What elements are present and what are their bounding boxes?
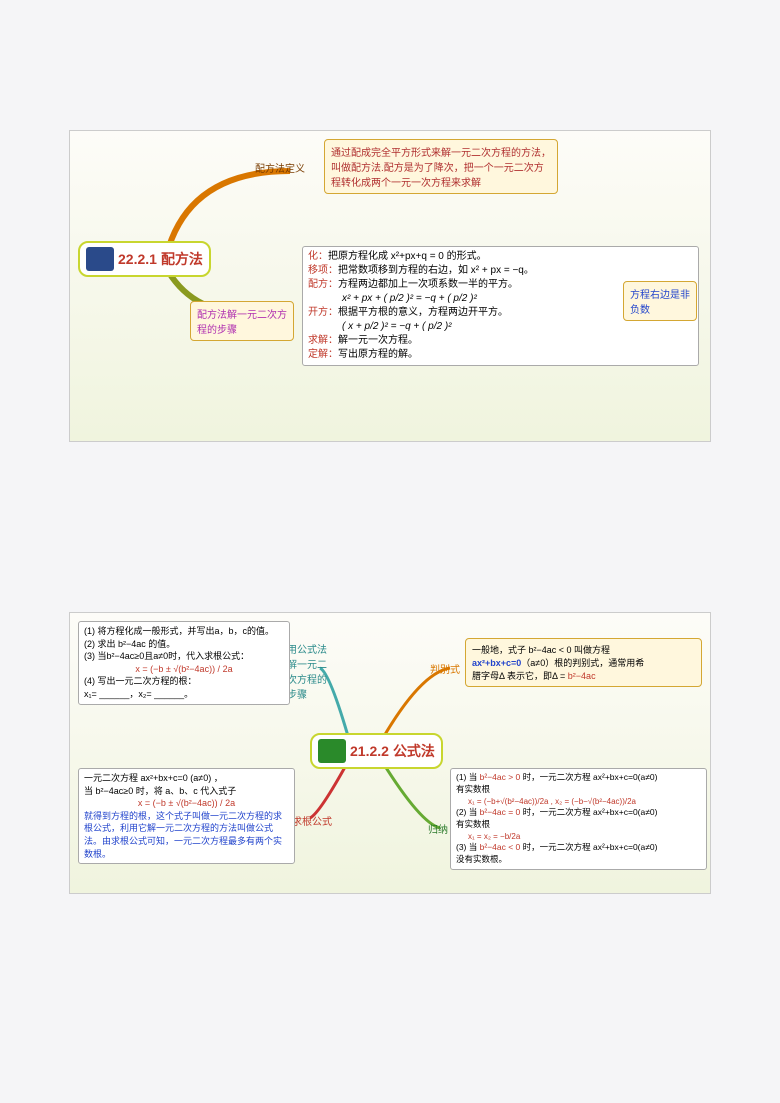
- br-proc: 用公式法解一元二次方程的步骤: [287, 641, 327, 701]
- br-det: 判别式: [430, 661, 460, 676]
- sum-box: (1) 当 b²−4ac > 0 时，一元二次方程 ax²+bx+c=0(a≠0…: [450, 768, 707, 870]
- k-hua: 化：: [308, 251, 328, 262]
- definition-box: 通过配成完全平方形式来解一元二次方程的方法，叫做配方法.配方是为了降次，把一个一…: [324, 139, 558, 194]
- br-root: 求根公式: [292, 813, 332, 828]
- topic-icon: [318, 739, 346, 763]
- br-sum: 归纳: [428, 821, 448, 836]
- k-ding: 定解：: [308, 349, 338, 360]
- branch-def: 配方法定义: [255, 160, 305, 175]
- note-box: 方程右边是非负数: [623, 281, 697, 321]
- branch-steps: 配方法解一元二次方程的步骤: [190, 301, 294, 341]
- section-number2: 21.2.2: [350, 743, 389, 759]
- det-box: 一般地，式子 b²−4ac < 0 叫做方程 ax²+bx+c=0（a≠0）根的…: [465, 638, 702, 687]
- title-box: 22.2.1 配方法: [78, 241, 211, 277]
- title-box2: 21.2.2 公式法: [310, 733, 443, 769]
- k-qiu: 求解：: [308, 335, 338, 346]
- section-number: 22.2.1: [118, 251, 157, 267]
- section-name2: 公式法: [393, 741, 435, 761]
- topic-icon: [86, 247, 114, 271]
- slide-gongshi: 21.2.2 公式法 用公式法解一元二次方程的步骤 判别式 求根公式 归纳 (1…: [69, 612, 711, 894]
- root-box: 一元二次方程 ax²+bx+c=0 (a≠0) ， 当 b²−4ac≥0 时，将…: [78, 768, 295, 864]
- section-name: 配方法: [161, 249, 203, 269]
- slide-peifang: 22.2.1 配方法 配方法定义 通过配成完全平方形式来解一元二次方程的方法，叫…: [69, 130, 711, 442]
- proc-box: (1) 将方程化成一般形式，并写出a，b，c的值。 (2) 求出 b²−4ac …: [78, 621, 290, 705]
- k-yi: 移项：: [308, 265, 338, 276]
- k-kai: 开方：: [308, 307, 338, 318]
- k-pei: 配方：: [308, 279, 338, 290]
